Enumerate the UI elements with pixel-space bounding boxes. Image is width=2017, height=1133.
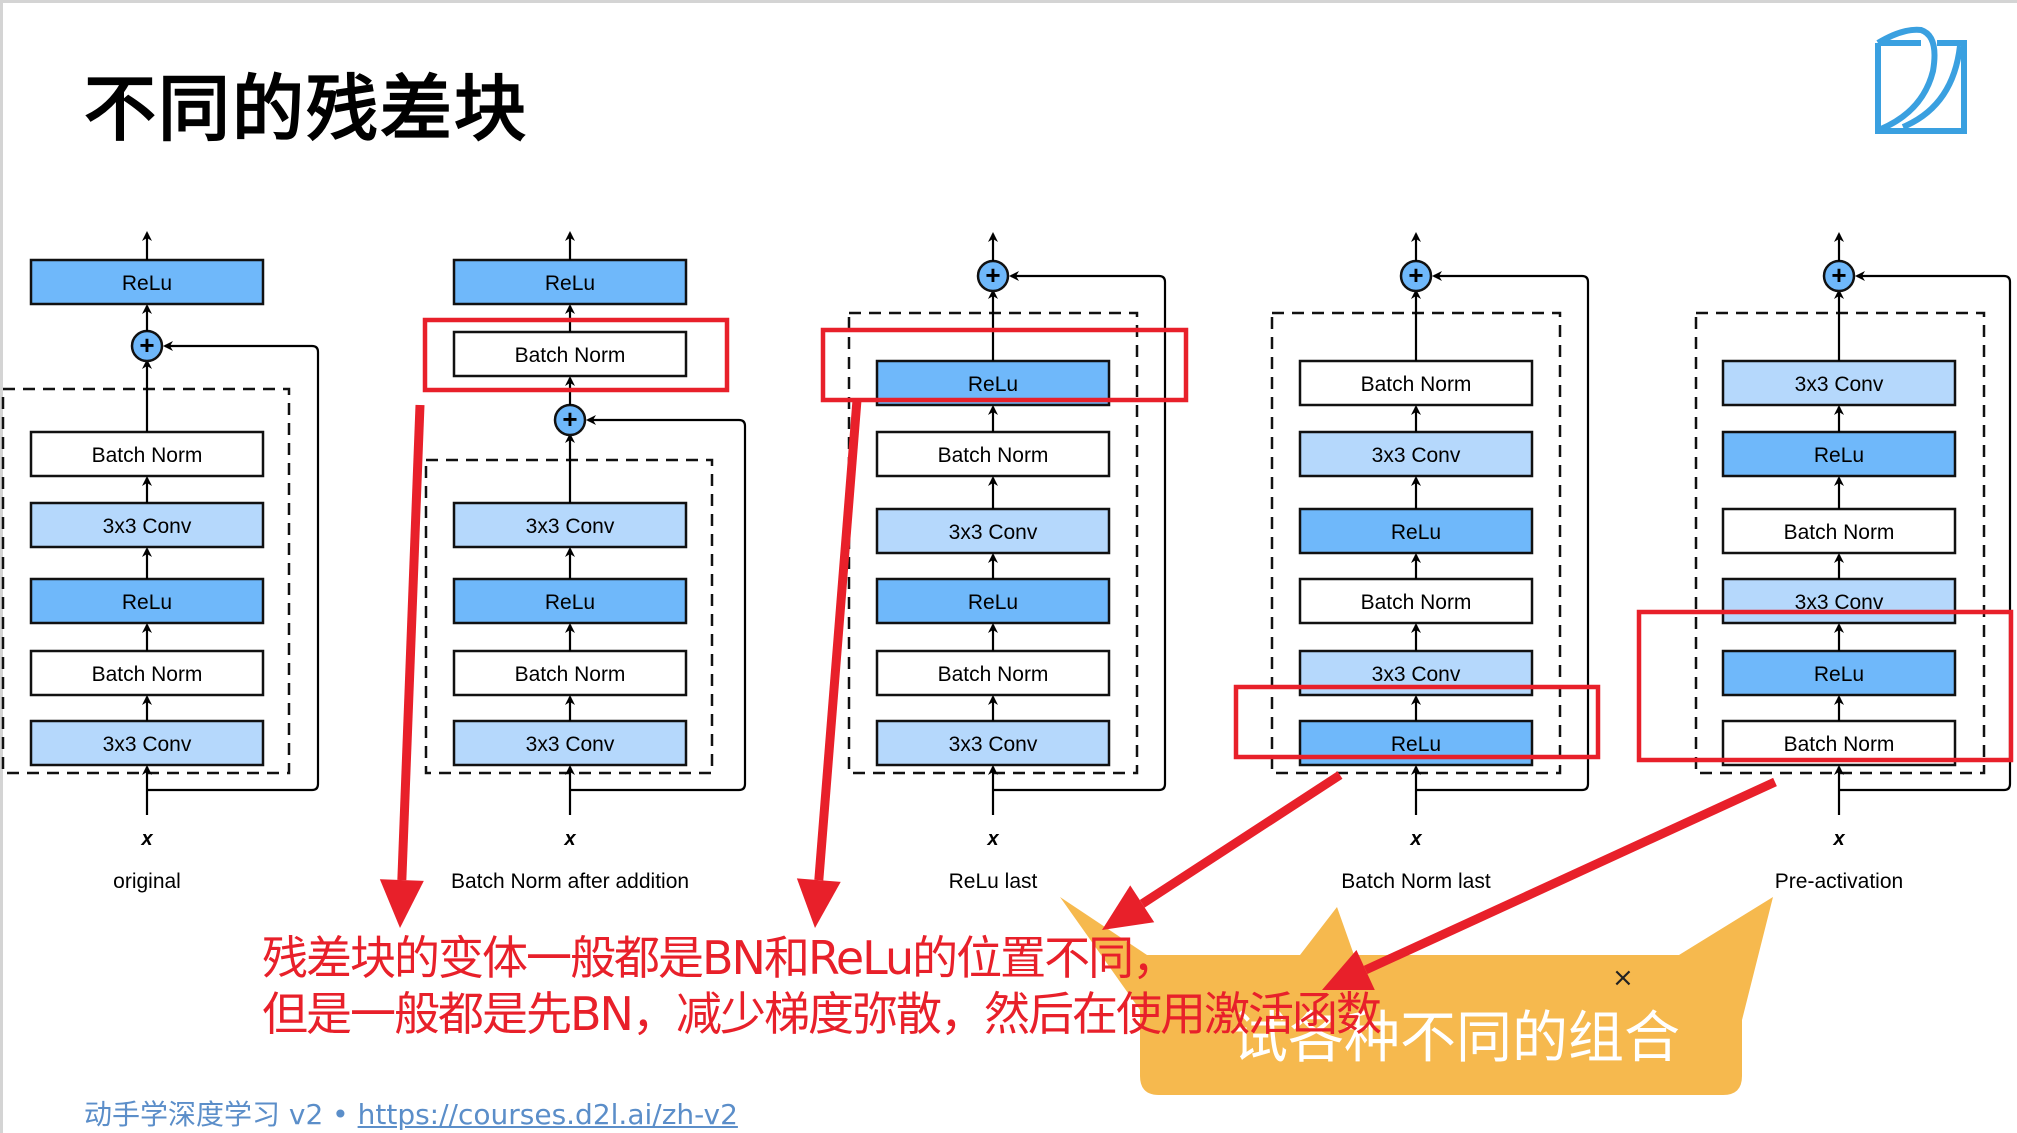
layer-box: 3x3 Conv (29, 501, 265, 549)
variant-caption: Pre-activation (1775, 870, 1903, 893)
layer-box-label: ReLu (122, 591, 172, 614)
red-arrow-head (1102, 885, 1155, 930)
layer-box-label: Batch Norm (515, 344, 626, 367)
layer-box-label: 3x3 Conv (526, 733, 615, 756)
add-icon: + (562, 404, 577, 434)
input-x-label: x (140, 828, 153, 850)
layer-box-label: 3x3 Conv (1795, 373, 1884, 396)
layer-box: 3x3 Conv (1298, 430, 1534, 478)
layer-box-label: 3x3 Conv (949, 521, 1038, 544)
layer-box-outside: Batch Norm (452, 330, 688, 378)
layer-box-label: Batch Norm (92, 444, 203, 467)
layer-box-label: 3x3 Conv (103, 515, 192, 538)
layer-box: Batch Norm (1721, 507, 1957, 555)
input-x-label: x (1832, 828, 1845, 850)
layer-box: Batch Norm (29, 430, 265, 478)
layer-box: 3x3 Conv (452, 501, 688, 549)
layer-box: ReLu (1721, 430, 1957, 478)
layer-box-label: Batch Norm (938, 444, 1049, 467)
layer-box-label: 3x3 Conv (1372, 663, 1461, 686)
layer-box-outside: ReLu (29, 258, 265, 306)
layer-box-label: ReLu (1814, 444, 1864, 467)
layer-box-label: Batch Norm (515, 663, 626, 686)
layer-box-label: ReLu (545, 591, 595, 614)
red-arrow-shaft (814, 399, 862, 881)
layer-box: 3x3 Conv (1721, 359, 1957, 407)
footer: 动手学深度学习 v2 • https://courses.d2l.ai/zh-v… (84, 1093, 738, 1133)
layer-box: 3x3 Conv (452, 719, 688, 767)
layer-box-label: 3x3 Conv (949, 733, 1038, 756)
add-icon: + (139, 330, 154, 360)
layer-box: 3x3 Conv (875, 507, 1111, 555)
layer-box-label: Batch Norm (1784, 733, 1895, 756)
layer-box: ReLu (1298, 507, 1534, 555)
layer-box: Batch Norm (1298, 577, 1534, 625)
add-icon: + (985, 260, 1000, 290)
layer-box-label: ReLu (968, 373, 1018, 396)
annotation-note-line2: 但是一般都是先BN，减少梯度弥散，然后在使用激活函数 (262, 987, 1382, 1041)
layer-box-label: ReLu (1814, 663, 1864, 686)
layer-box-label: 3x3 Conv (526, 515, 615, 538)
layer-box-label: ReLu (968, 591, 1018, 614)
layer-box: Batch Norm (1298, 359, 1534, 407)
annotation-note-line1: 残差块的变体一般都是BN和ReLu的位置不同， (262, 931, 1178, 985)
add-node: + (1399, 259, 1433, 293)
input-x-label: x (563, 828, 576, 850)
layer-box: Batch Norm (29, 649, 265, 697)
annotation-note: 残差块的变体一般都是BN和ReLu的位置不同， 但是一般都是先BN，减少梯度弥散… (262, 930, 1382, 1042)
layer-box: ReLu (29, 577, 265, 625)
add-icon: + (1831, 260, 1846, 290)
layer-box-label: Batch Norm (1361, 591, 1472, 614)
footer-course-link[interactable]: https://courses.d2l.ai/zh-v2 (358, 1098, 738, 1131)
variant-caption: original (113, 870, 181, 893)
layer-box-label: Batch Norm (92, 663, 203, 686)
footer-course-name: 动手学深度学习 v2 • (84, 1098, 358, 1131)
red-arrow-to-callout-1 (1102, 771, 1343, 930)
add-icon: + (1408, 260, 1423, 290)
layer-box-label: Batch Norm (1784, 521, 1895, 544)
layer-box-label: 3x3 Conv (103, 733, 192, 756)
layer-box-label: ReLu (545, 272, 595, 295)
layer-box: ReLu (875, 577, 1111, 625)
variant-caption: Batch Norm last (1341, 870, 1491, 893)
layer-box: ReLu (452, 577, 688, 625)
variant-caption: ReLu last (949, 870, 1038, 893)
layer-box-label: Batch Norm (938, 663, 1049, 686)
red-arrow-shaft (397, 404, 425, 881)
add-node: + (553, 403, 587, 437)
layer-box: 3x3 Conv (1721, 577, 1957, 625)
layer-box: 3x3 Conv (29, 719, 265, 767)
red-arrow-head (379, 879, 424, 928)
layer-box: Batch Norm (875, 649, 1111, 697)
layer-box-label: ReLu (122, 272, 172, 295)
input-x-label: x (986, 828, 999, 850)
red-arrow-to-note-1 (379, 404, 425, 928)
layer-box-label: Batch Norm (1361, 373, 1472, 396)
layer-box-label: ReLu (1391, 733, 1441, 756)
layer-box: 3x3 Conv (875, 719, 1111, 767)
variant-caption: Batch Norm after addition (451, 870, 689, 893)
callout-close-button[interactable]: × (1612, 963, 1634, 993)
layer-box: ReLu (1721, 649, 1957, 697)
add-node: + (1822, 259, 1856, 293)
input-x-label: x (1409, 828, 1422, 850)
layer-box-label: ReLu (1391, 521, 1441, 544)
red-arrow-shaft (1139, 771, 1343, 908)
layer-box: Batch Norm (875, 430, 1111, 478)
layer-box-outside: ReLu (452, 258, 688, 306)
layer-box-label: 3x3 Conv (1372, 444, 1461, 467)
add-node: + (976, 259, 1010, 293)
layer-box: Batch Norm (452, 649, 688, 697)
add-node: + (130, 329, 164, 363)
red-arrow-head (796, 878, 841, 928)
